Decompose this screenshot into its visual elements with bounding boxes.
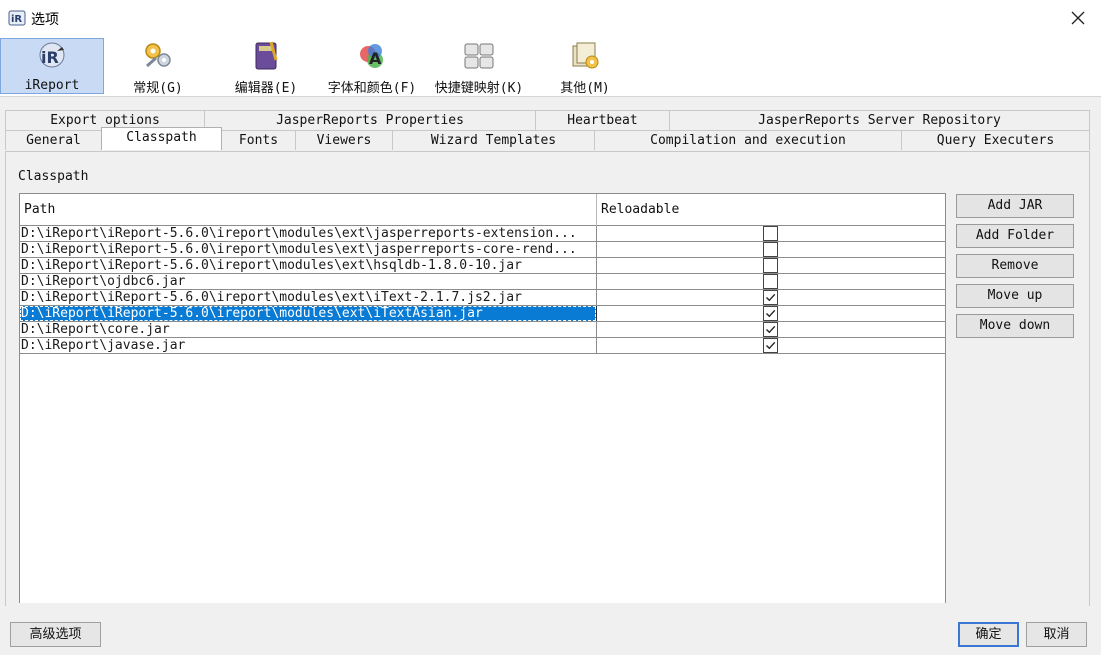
category-label: 编辑器(E) xyxy=(234,81,298,96)
table-row[interactable]: D:\iReport\core.jar xyxy=(20,322,945,338)
path-cell[interactable]: D:\iReport\iReport-5.6.0\ireport\modules… xyxy=(20,242,597,257)
app-icon: iR xyxy=(8,9,26,27)
category-general[interactable]: 常规(G) xyxy=(110,38,206,96)
path-text: D:\iReport\javase.jar xyxy=(21,338,186,353)
close-icon[interactable] xyxy=(1066,6,1090,30)
tab-fonts[interactable]: Fonts xyxy=(221,130,296,150)
category-label: 常规(G) xyxy=(133,81,183,96)
path-text: D:\iReport\iReport-5.6.0\ireport\modules… xyxy=(21,242,577,257)
reloadable-checkbox[interactable] xyxy=(763,306,778,321)
path-cell[interactable]: D:\iReport\core.jar xyxy=(20,322,597,337)
path-cell[interactable]: D:\iReport\javase.jar xyxy=(20,338,597,353)
path-cell[interactable]: D:\iReport\iReport-5.6.0\ireport\modules… xyxy=(20,226,597,241)
gears-icon xyxy=(141,40,175,72)
category-keymap[interactable]: 快捷键映射(K) xyxy=(428,38,530,96)
table-row[interactable]: D:\iReport\javase.jar xyxy=(20,338,945,354)
reloadable-cell xyxy=(597,258,945,273)
table-row[interactable]: D:\iReport\iReport-5.6.0\ireport\modules… xyxy=(20,290,945,306)
reloadable-checkbox[interactable] xyxy=(763,338,778,353)
category-ireport[interactable]: iR iReport xyxy=(0,38,104,94)
advanced-options-button[interactable]: 高级选项 xyxy=(10,622,101,647)
reloadable-checkbox[interactable] xyxy=(763,242,778,257)
misc-icon xyxy=(568,40,602,72)
category-editor[interactable]: 编辑器(E) xyxy=(218,38,314,96)
svg-text:iR: iR xyxy=(11,14,22,25)
column-header-reloadable[interactable]: Reloadable xyxy=(597,194,945,226)
table-body: D:\iReport\iReport-5.6.0\ireport\modules… xyxy=(20,226,945,354)
cancel-button[interactable]: 取消 xyxy=(1026,622,1087,647)
path-cell[interactable]: D:\iReport\iReport-5.6.0\ireport\modules… xyxy=(20,258,597,273)
path-text: D:\iReport\iReport-5.6.0\ireport\modules… xyxy=(21,226,577,241)
category-label: 快捷键映射(K) xyxy=(434,81,524,96)
window-title: 选项 xyxy=(31,12,59,28)
tab-jasperreports-properties[interactable]: JasperReports Properties xyxy=(204,110,536,130)
reloadable-cell xyxy=(597,338,945,353)
add-folder-button[interactable]: Add Folder xyxy=(956,224,1074,248)
add-jar-button[interactable]: Add JAR xyxy=(956,194,1074,218)
reloadable-checkbox[interactable] xyxy=(763,226,778,241)
ireport-icon: iR xyxy=(35,41,69,73)
dialog-footer: 高级选项 确定 取消 xyxy=(0,606,1101,655)
font-color-icon: A xyxy=(355,40,389,72)
table-row[interactable]: D:\iReport\iReport-5.6.0\ireport\modules… xyxy=(20,226,945,242)
column-header-path[interactable]: Path xyxy=(20,194,597,226)
reloadable-cell xyxy=(597,290,945,305)
category-label: 字体和颜色(F) xyxy=(327,81,417,96)
tab-general[interactable]: General xyxy=(5,130,102,150)
tab-classpath[interactable]: Classpath xyxy=(101,127,222,150)
move-down-button[interactable]: Move down xyxy=(956,314,1074,338)
reloadable-checkbox[interactable] xyxy=(763,290,778,305)
reloadable-checkbox[interactable] xyxy=(763,274,778,289)
checkmark-icon xyxy=(766,293,776,302)
book-icon xyxy=(249,40,283,72)
checkmark-icon xyxy=(766,309,776,318)
path-cell[interactable]: D:\iReport\iReport-5.6.0\ireport\modules… xyxy=(20,306,597,321)
tab-jasperreports-server-repository[interactable]: JasperReports Server Repository xyxy=(669,110,1090,130)
remove-button[interactable]: Remove xyxy=(956,254,1074,278)
reloadable-cell xyxy=(597,226,945,241)
classpath-section-label: Classpath xyxy=(18,169,89,184)
path-text: D:\iReport\iReport-5.6.0\ireport\modules… xyxy=(21,258,522,273)
title-bar: iR 选项 xyxy=(0,0,1101,36)
reloadable-checkbox[interactable] xyxy=(763,322,778,337)
reloadable-checkbox[interactable] xyxy=(763,258,778,273)
path-cell[interactable]: D:\iReport\iReport-5.6.0\ireport\modules… xyxy=(20,290,597,305)
reloadable-cell xyxy=(597,322,945,337)
tab-compilation-and-execution[interactable]: Compilation and execution xyxy=(594,130,902,150)
category-misc[interactable]: 其他(M) xyxy=(540,38,630,96)
table-row[interactable]: D:\iReport\iReport-5.6.0\ireport\modules… xyxy=(20,306,945,322)
path-text: D:\iReport\ojdbc6.jar xyxy=(21,274,186,289)
path-text: D:\iReport\iReport-5.6.0\ireport\modules… xyxy=(21,290,522,305)
tab-query-executers[interactable]: Query Executers xyxy=(901,130,1090,150)
checkmark-icon xyxy=(766,341,776,350)
classpath-table[interactable]: Path Reloadable D:\iReport\iReport-5.6.0… xyxy=(19,193,946,603)
svg-text:iR: iR xyxy=(41,48,59,67)
checkmark-icon xyxy=(766,325,776,334)
tab-wizard-templates[interactable]: Wizard Templates xyxy=(392,130,595,150)
table-row[interactable]: D:\iReport\iReport-5.6.0\ireport\modules… xyxy=(20,258,945,274)
category-label: iReport xyxy=(24,78,80,93)
table-header: Path Reloadable xyxy=(20,194,945,226)
keyboard-icon xyxy=(462,40,496,72)
focus-outline xyxy=(20,306,596,321)
path-text: D:\iReport\core.jar xyxy=(21,322,170,337)
table-row[interactable]: D:\iReport\ojdbc6.jar xyxy=(20,274,945,290)
category-fonts-colors[interactable]: A 字体和颜色(F) xyxy=(320,38,424,96)
category-toolbar: iR iReport 常规(G) 编辑器(E) A 字体和颜色(F) 快捷键映射… xyxy=(0,36,1101,96)
path-cell[interactable]: D:\iReport\ojdbc6.jar xyxy=(20,274,597,289)
ok-button[interactable]: 确定 xyxy=(958,622,1019,647)
svg-text:A: A xyxy=(369,49,382,68)
reloadable-cell xyxy=(597,242,945,257)
tab-viewers[interactable]: Viewers xyxy=(295,130,393,150)
reloadable-cell xyxy=(597,306,945,321)
tab-heartbeat[interactable]: Heartbeat xyxy=(535,110,670,130)
category-label: 其他(M) xyxy=(560,81,610,96)
table-row[interactable]: D:\iReport\iReport-5.6.0\ireport\modules… xyxy=(20,242,945,258)
reloadable-cell xyxy=(597,274,945,289)
move-up-button[interactable]: Move up xyxy=(956,284,1074,308)
